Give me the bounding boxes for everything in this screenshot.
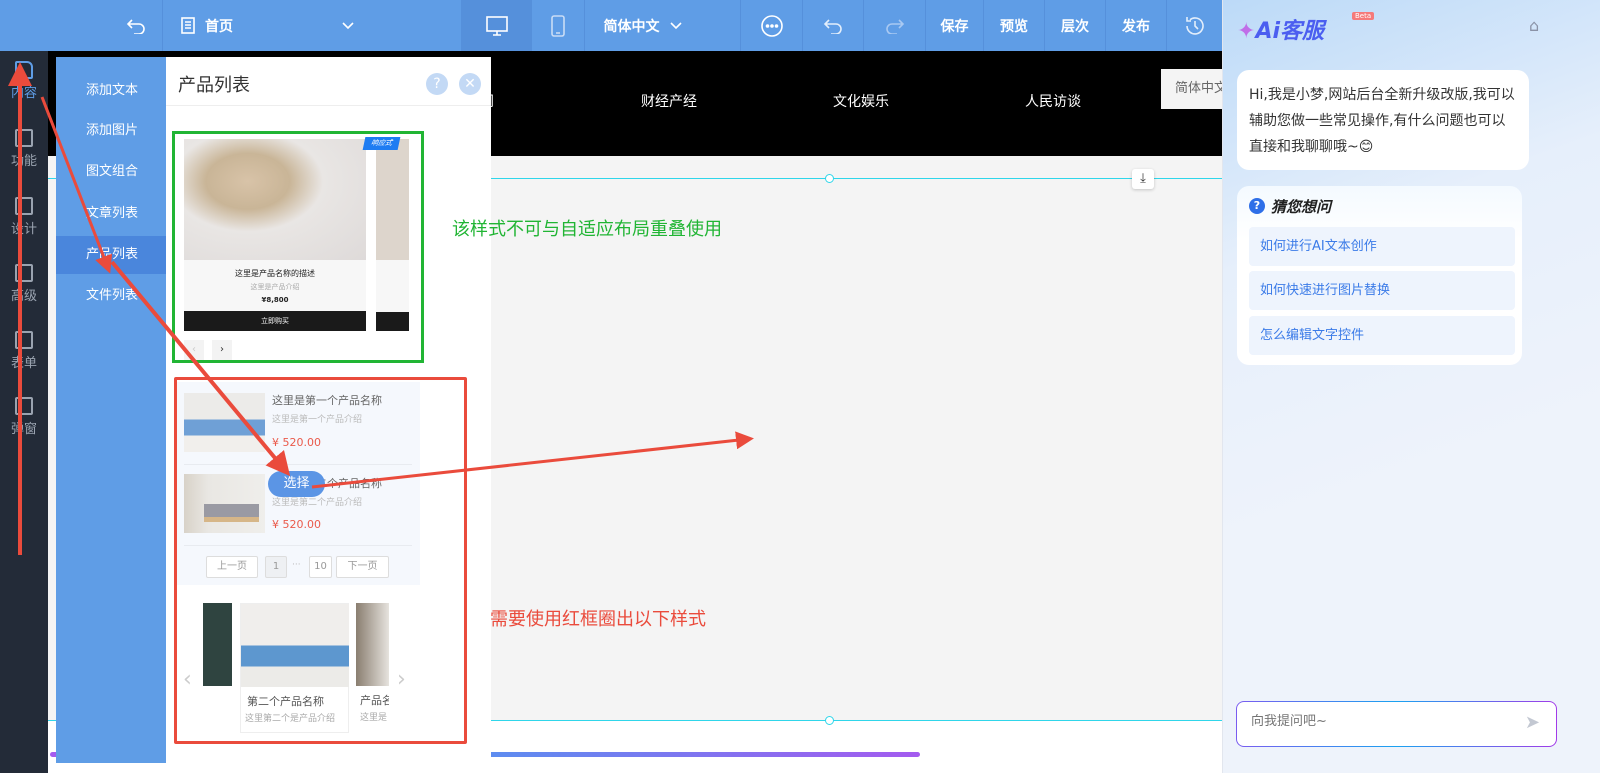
sidebar-item-design[interactable]: 设计 bbox=[0, 197, 48, 237]
submenu-add-image[interactable]: 添加图片 bbox=[56, 112, 166, 150]
more-icon bbox=[760, 14, 783, 37]
greeting-bubble: Hi,我是小梦,网站后台全新升级改版,我可以辅助您做一些常见操作,有什么问题也可… bbox=[1237, 70, 1529, 170]
download-icon[interactable]: ⤓ bbox=[1132, 169, 1154, 189]
desktop-icon bbox=[485, 15, 508, 36]
sidebar-label: 表单 bbox=[10, 356, 37, 371]
layers-button[interactable]: 层次 bbox=[1044, 0, 1105, 51]
suggested-question[interactable]: 怎么编辑文字控件 bbox=[1249, 316, 1515, 355]
grid-icon bbox=[15, 129, 33, 147]
sidebar-label: 功能 bbox=[10, 154, 37, 169]
red-highlight-box bbox=[174, 377, 467, 744]
green-highlight-box bbox=[172, 131, 424, 363]
chat-input-wrapper: ➤ bbox=[1236, 701, 1557, 747]
redo-button[interactable] bbox=[863, 0, 925, 51]
nav-item[interactable]: 文化娱乐 bbox=[833, 91, 889, 111]
language-select[interactable]: 简体中文 bbox=[584, 0, 700, 51]
page-icon bbox=[181, 17, 195, 34]
layout-icon bbox=[15, 197, 33, 215]
suggested-title: 猜您想问 bbox=[1271, 198, 1332, 216]
chevron-down-icon bbox=[342, 21, 354, 29]
undo-icon bbox=[823, 18, 842, 34]
undo-button[interactable] bbox=[802, 0, 863, 51]
desktop-view-button[interactable] bbox=[461, 0, 531, 51]
sidebar-label: 内容 bbox=[10, 86, 37, 101]
form-icon bbox=[15, 331, 33, 349]
chevron-down-icon bbox=[669, 21, 682, 29]
more-button[interactable] bbox=[740, 0, 802, 51]
top-toolbar: 首页 简体中文 保存 预览 层次 发布 bbox=[0, 0, 1222, 51]
sidebar-item-content[interactable]: 内容 bbox=[0, 61, 48, 101]
submenu-add-text[interactable]: 添加文本 bbox=[56, 72, 166, 110]
redo-icon bbox=[885, 18, 904, 34]
back-icon bbox=[126, 18, 145, 34]
sidebar-label: 弹窗 bbox=[10, 422, 37, 437]
suggested-questions: ? 猜您想问 如何进行AI文本创作 如何快速进行图片替换 怎么编辑文字控件 bbox=[1237, 186, 1522, 365]
page-select[interactable]: 首页 bbox=[162, 0, 404, 51]
sidebar-label: 高级 bbox=[10, 289, 37, 304]
sidebar-item-advanced[interactable]: 高级 bbox=[0, 264, 48, 304]
ai-assistant-panel: ✦Ai客服 Beta ⌂ Hi,我是小梦,网站后台全新升级改版,我可以辅助您做一… bbox=[1222, 0, 1600, 773]
green-note: 该样式不可与自适应布局重叠使用 bbox=[452, 219, 722, 240]
page-select-value: 首页 bbox=[205, 18, 233, 35]
resize-handle[interactable] bbox=[825, 174, 834, 183]
mobile-icon bbox=[551, 14, 565, 37]
code-icon bbox=[15, 264, 33, 282]
ai-logo: ✦Ai客服 bbox=[1237, 13, 1324, 45]
panel-title: 产品列表 bbox=[178, 75, 250, 96]
help-icon[interactable]: ? bbox=[426, 73, 448, 95]
back-button[interactable] bbox=[110, 0, 162, 51]
history-button[interactable] bbox=[1166, 0, 1222, 51]
save-button[interactable]: 保存 bbox=[925, 0, 983, 51]
suggested-question[interactable]: 如何进行AI文本创作 bbox=[1249, 227, 1515, 266]
nav-item[interactable]: 财经产经 bbox=[641, 91, 697, 111]
sidebar-item-form[interactable]: 表单 bbox=[0, 331, 48, 371]
sidebar-label: 设计 bbox=[10, 222, 37, 237]
close-icon[interactable]: ✕ bbox=[459, 73, 481, 95]
content-submenu: 添加文本 添加图片 图文组合 文章列表 产品列表 文件列表 bbox=[56, 57, 166, 763]
red-note: 需要使用红框圈出以下样式 bbox=[490, 609, 706, 630]
greeting-text: Hi,我是小梦,网站后台全新升级改版,我可以辅助您做一些常见操作,有什么问题也可… bbox=[1249, 87, 1515, 155]
submenu-file-list[interactable]: 文件列表 bbox=[56, 277, 166, 315]
sparkle-icon: ✦ bbox=[1237, 19, 1256, 44]
history-icon bbox=[1185, 16, 1204, 35]
left-sidebar: 内容 功能 设计 高级 表单 弹窗 bbox=[0, 51, 48, 773]
publish-button[interactable]: 发布 bbox=[1105, 0, 1166, 51]
beta-badge: Beta bbox=[1352, 12, 1375, 20]
preview-button[interactable]: 预览 bbox=[983, 0, 1044, 51]
divider bbox=[166, 105, 491, 106]
chat-input[interactable] bbox=[1251, 714, 1501, 729]
nav-item[interactable]: 人民访谈 bbox=[1025, 91, 1081, 111]
document-icon bbox=[15, 61, 33, 79]
question-icon: ? bbox=[1249, 198, 1265, 214]
ai-title: Ai客服 bbox=[1255, 19, 1325, 44]
send-icon[interactable]: ➤ bbox=[1525, 712, 1540, 733]
resize-handle[interactable] bbox=[825, 716, 834, 725]
sidebar-item-function[interactable]: 功能 bbox=[0, 129, 48, 169]
mobile-view-button[interactable] bbox=[531, 0, 584, 51]
sidebar-item-popup[interactable]: 弹窗 bbox=[0, 397, 48, 437]
language-box[interactable]: 简体中文 bbox=[1161, 69, 1231, 109]
submenu-image-text[interactable]: 图文组合 bbox=[56, 153, 166, 191]
popup-icon bbox=[15, 397, 33, 415]
language-select-value: 简体中文 bbox=[603, 18, 660, 35]
submenu-product-list[interactable]: 产品列表 bbox=[56, 236, 166, 274]
submenu-article-list[interactable]: 文章列表 bbox=[56, 195, 166, 233]
smile-emoji: 😊 bbox=[1358, 139, 1374, 155]
suggested-question[interactable]: 如何快速进行图片替换 bbox=[1249, 271, 1515, 310]
clear-icon[interactable]: ⌂ bbox=[1529, 16, 1547, 35]
